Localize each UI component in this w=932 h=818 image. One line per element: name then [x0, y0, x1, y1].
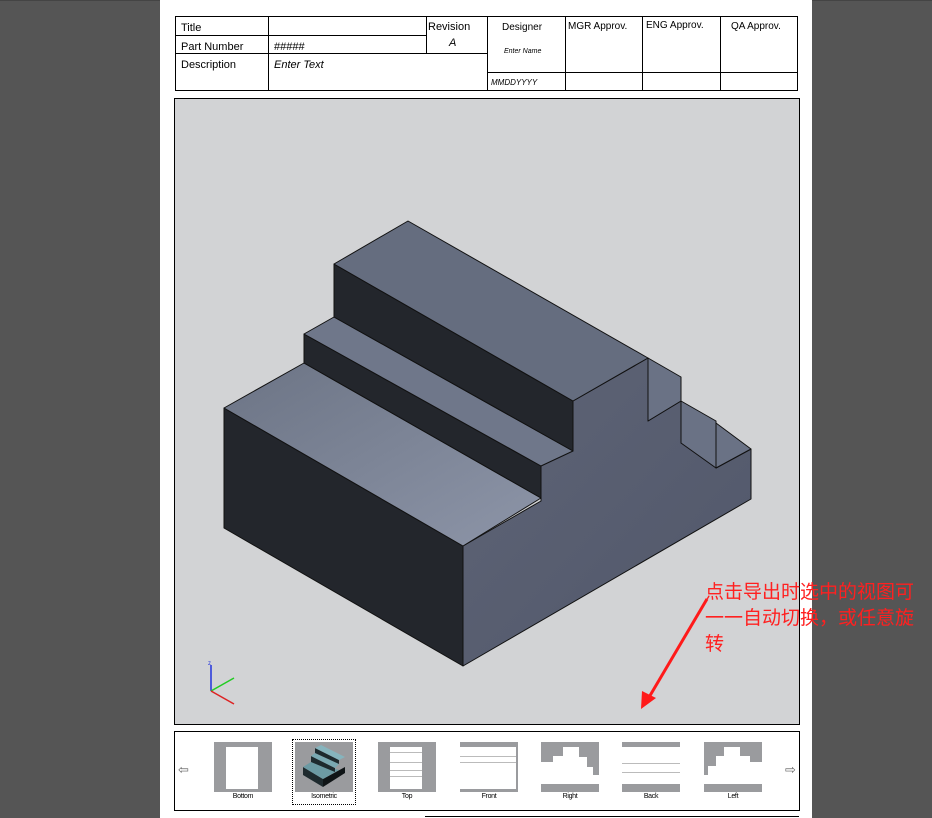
annotation-arrow-icon	[641, 598, 709, 709]
eng-approval-label: ENG Approv.	[646, 20, 704, 31]
mgr-approval-label: MGR Approv.	[568, 21, 628, 32]
title-label: Title	[181, 22, 202, 34]
view-thumb-back[interactable]: Back	[622, 742, 680, 802]
axis-triad-icon	[210, 665, 235, 705]
view-thumb-front[interactable]: Front	[460, 742, 518, 802]
annotation-note: 点击导出时选中的视图可一一自动切换，或任意旋转	[705, 582, 915, 655]
date-field[interactable]: MMDDYYYY	[491, 78, 537, 87]
view-selector-strip: ⇦ ⇨ Bottom Isometric Top Front Right Bac…	[174, 731, 800, 811]
view-thumb-top[interactable]: Top	[378, 742, 436, 802]
view-thumb-left[interactable]: Left	[704, 742, 762, 802]
revision-label: Revision	[428, 21, 471, 33]
scroll-right-arrow-icon[interactable]: ⇨	[785, 762, 796, 778]
part-number-label: Part Number	[181, 41, 244, 53]
title-block: Title Part Number ##### Description Ente…	[175, 16, 798, 91]
designer-field[interactable]: Enter Name	[504, 48, 541, 55]
view-thumb-bottom[interactable]: Bottom	[214, 742, 272, 802]
designer-label: Designer	[502, 22, 543, 33]
view-thumb-isometric[interactable]: Isometric	[292, 739, 356, 805]
revision-field[interactable]: A	[449, 37, 456, 49]
scroll-left-arrow-icon[interactable]: ⇦	[178, 762, 189, 778]
part-number-field[interactable]: #####	[274, 41, 305, 53]
page-divider	[425, 816, 799, 817]
description-label: Description	[181, 59, 237, 71]
axis-z-label: z	[208, 661, 211, 667]
qa-approval-label: QA Approv.	[731, 21, 781, 32]
description-field[interactable]: Enter Text	[274, 59, 324, 71]
view-thumb-right[interactable]: Right	[541, 742, 599, 802]
